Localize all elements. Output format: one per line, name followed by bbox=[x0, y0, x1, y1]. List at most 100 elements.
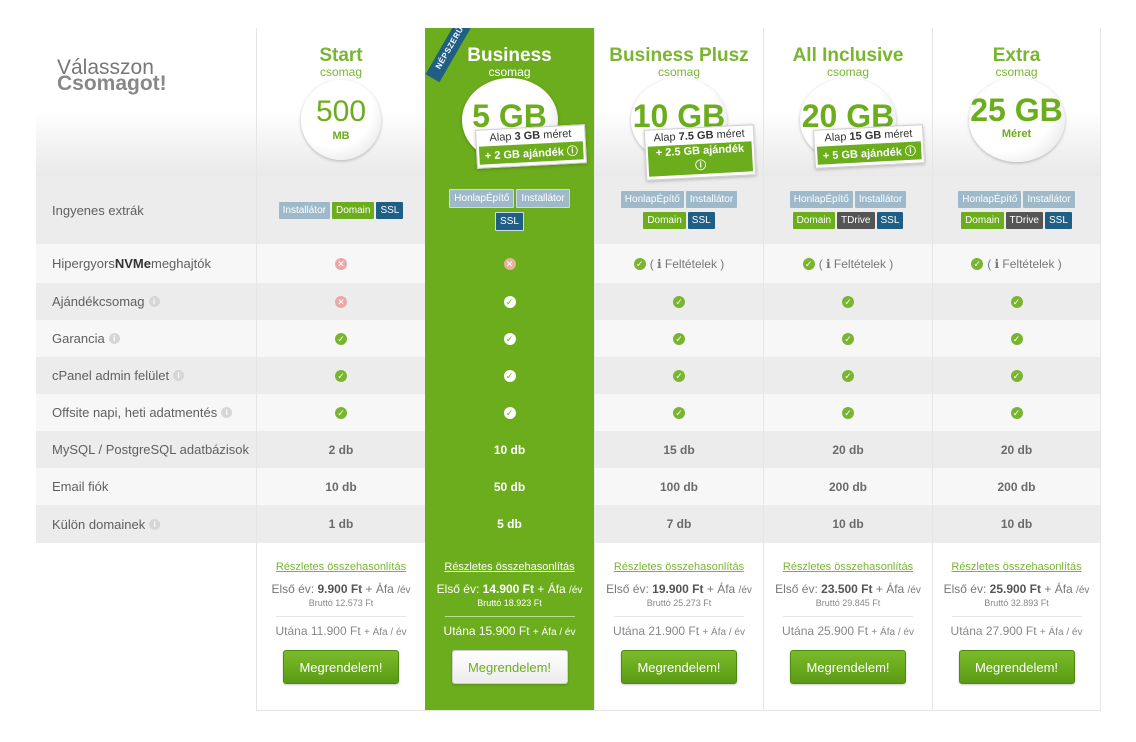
first-year-price: Első év: 19.900 Ft + Áfa /év bbox=[606, 582, 752, 596]
cell-nvme: ✕ bbox=[425, 244, 594, 283]
feature-value: 10 db bbox=[1000, 517, 1033, 531]
bonus-gift-label: + 2 GB ajándék ⓘ bbox=[478, 141, 584, 165]
feature-label-text: Külön domainek bbox=[52, 516, 146, 532]
order-button[interactable]: Megrendelem! bbox=[790, 650, 906, 684]
extra-tag: Domain bbox=[961, 212, 1004, 229]
cell-domains: 10 db bbox=[933, 505, 1100, 543]
feature-value: 5 db bbox=[497, 517, 522, 531]
feature-label: Ingyenes extrák bbox=[36, 176, 256, 244]
cross-icon: ✕ bbox=[503, 257, 516, 270]
check-icon: ✓ bbox=[842, 295, 854, 308]
cell-extras: HonlapÉpítő Installátor Domain TDrive SSL bbox=[764, 176, 932, 244]
feature-label: MySQL / PostgreSQL adatbázisok bbox=[36, 431, 256, 468]
check-icon: ✓ bbox=[673, 332, 685, 345]
cell-db: 2 db bbox=[257, 431, 425, 468]
cell-backup: ✓ bbox=[595, 394, 763, 431]
plan-column-business-plusz: Business Plusz csomag 10 GB Alap 7.5 GB mér… bbox=[594, 28, 763, 711]
cell-db: 20 db bbox=[764, 431, 932, 468]
gross-price: Bruttó 25.273 Ft bbox=[646, 598, 712, 608]
check-icon: ✓ bbox=[335, 369, 347, 382]
cell-backup: ✓ bbox=[933, 394, 1100, 431]
cell-backup: ✓ bbox=[257, 394, 425, 431]
feature-label: Offsite napi, heti adatmentés i bbox=[36, 394, 256, 431]
order-button[interactable]: Megrendelem! bbox=[958, 650, 1075, 684]
plan-name: Start bbox=[319, 45, 363, 66]
order-button[interactable]: Megrendelem! bbox=[451, 650, 568, 684]
plan-name: Business Plusz bbox=[609, 45, 749, 66]
disk-size-badge: 25 GB Méret bbox=[968, 78, 1065, 162]
compare-link[interactable]: Részletes összehasonlítás bbox=[425, 561, 594, 573]
conditions-link[interactable]: ( ℹ Feltételek ) bbox=[987, 257, 1062, 271]
cell-guarantee: ✓ bbox=[933, 320, 1100, 357]
cell-extras: HonlapÉpítő Installátor SSL bbox=[425, 176, 594, 244]
pricing-table: Válasszon Csomagot! Ingyenes extrák Hiper… bbox=[36, 28, 1101, 711]
first-year-price: Első év: 14.900 Ft + Áfa /év bbox=[436, 582, 583, 596]
extra-tag: SSL bbox=[876, 212, 904, 229]
check-icon: ✓ bbox=[1010, 406, 1023, 419]
cell-cpanel: ✓ bbox=[595, 357, 763, 394]
feature-label-text: MySQL / PostgreSQL adatbázisok bbox=[52, 442, 250, 457]
check-icon: ✓ bbox=[503, 406, 516, 419]
info-icon[interactable]: i bbox=[173, 370, 185, 381]
storage-bonus-note[interactable]: Alap 7.5 GB méret + 2.5 GB ajándék ⓘ bbox=[643, 124, 757, 181]
info-icon[interactable]: i bbox=[221, 407, 233, 418]
compare-link[interactable]: Részletes összehasonlítás bbox=[257, 561, 425, 573]
plan-column-all-inclusive: All Inclusive csomag 20 GB Alap 15 GB méret… bbox=[763, 28, 932, 711]
feature-label: Garancia i bbox=[36, 320, 256, 357]
extra-tag: HonlapÉpítő bbox=[449, 189, 515, 208]
cell-domains: 7 db bbox=[595, 505, 763, 543]
cell-db: 20 db bbox=[933, 431, 1100, 468]
cell-guarantee: ✓ bbox=[425, 320, 594, 357]
info-icon[interactable]: i bbox=[149, 518, 161, 530]
info-icon[interactable]: i bbox=[108, 333, 120, 344]
renewal-price: Utána 11.900 Ft + Áfa / év bbox=[275, 624, 407, 638]
plan-header: Start csomag 500 MB bbox=[257, 28, 425, 176]
plan-pricing-footer: Részletes összehasonlítás Első év: 14.900… bbox=[425, 543, 594, 711]
check-icon: ✓ bbox=[503, 295, 516, 308]
renewal-price: Utána 27.900 Ft + Áfa / év bbox=[950, 624, 1083, 638]
cell-domains: 10 db bbox=[764, 505, 932, 543]
cell-nvme: ✓ ( ℹ Feltételek ) bbox=[595, 244, 763, 283]
plan-header: Extra csomag 25 GB Méret bbox=[933, 28, 1100, 176]
feature-label: Hipergyors NVMe meghajtók bbox=[36, 244, 256, 283]
feature-value: 10 db bbox=[325, 479, 357, 494]
plan-pricing-footer: Részletes összehasonlítás Első év: 25.900… bbox=[933, 543, 1100, 711]
feature-value: 1 db bbox=[328, 517, 354, 531]
cell-extras: HonlapÉpítő Installátor Domain SSL bbox=[595, 176, 763, 244]
extra-tag: TDrive bbox=[1005, 212, 1043, 229]
conditions-link[interactable]: ( ℹ Feltételek ) bbox=[650, 257, 725, 271]
compare-link[interactable]: Részletes összehasonlítás bbox=[933, 561, 1100, 573]
plan-pricing-footer: Részletes összehasonlítás Első év: 23.500… bbox=[764, 543, 932, 711]
cell-guarantee: ✓ bbox=[764, 320, 932, 357]
storage-bonus-note[interactable]: Alap 3 GB méret + 2 GB ajándék ⓘ bbox=[474, 124, 587, 169]
compare-link[interactable]: Részletes összehasonlítás bbox=[595, 561, 763, 573]
cell-cpanel: ✓ bbox=[933, 357, 1100, 394]
feature-value: 20 db bbox=[1000, 442, 1033, 457]
cell-backup: ✓ bbox=[764, 394, 932, 431]
check-icon: ✓ bbox=[673, 295, 685, 308]
storage-bonus-note[interactable]: Alap 15 GB méret + 5 GB ajándék ⓘ bbox=[813, 124, 925, 169]
feature-label-text: cPanel admin felület bbox=[52, 368, 170, 383]
cell-nvme: ✕ bbox=[257, 244, 425, 283]
extra-tag: Domain bbox=[331, 201, 375, 219]
extra-tag: HonlapÉpítő bbox=[958, 191, 1022, 208]
plan-pricing-footer: Részletes összehasonlítás Első év: 9.900 … bbox=[257, 543, 425, 711]
plan-header: All Inclusive csomag 20 GB Alap 15 GB méret… bbox=[764, 28, 932, 176]
order-button[interactable]: Megrendelem! bbox=[621, 650, 737, 684]
compare-link[interactable]: Részletes összehasonlítás bbox=[764, 561, 932, 573]
cell-email: 200 db bbox=[764, 468, 932, 505]
first-year-price: Első év: 25.900 Ft + Áfa /év bbox=[943, 582, 1090, 596]
extra-tag: Installátor bbox=[685, 191, 738, 208]
order-button[interactable]: Megrendelem! bbox=[283, 650, 399, 684]
check-icon: ✓ bbox=[335, 406, 347, 419]
info-icon[interactable]: i bbox=[148, 296, 160, 307]
heading-line2: Csomagot! bbox=[57, 72, 167, 95]
feature-value: 10 db bbox=[832, 517, 864, 531]
conditions-link[interactable]: ( ℹ Feltételek ) bbox=[819, 257, 894, 271]
bonus-gift-label: + 2.5 GB ajándék ⓘ bbox=[647, 141, 754, 177]
extra-tag: Installátor bbox=[516, 189, 570, 208]
plan-header: NÉPSZERŰ Business csomag 5 GB Alap 3 GB mére… bbox=[425, 28, 594, 176]
plan-pricing-footer: Részletes összehasonlítás Első év: 19.900… bbox=[595, 543, 763, 711]
plan-subtitle: csomag bbox=[826, 65, 870, 79]
check-icon: ✓ bbox=[503, 369, 516, 382]
